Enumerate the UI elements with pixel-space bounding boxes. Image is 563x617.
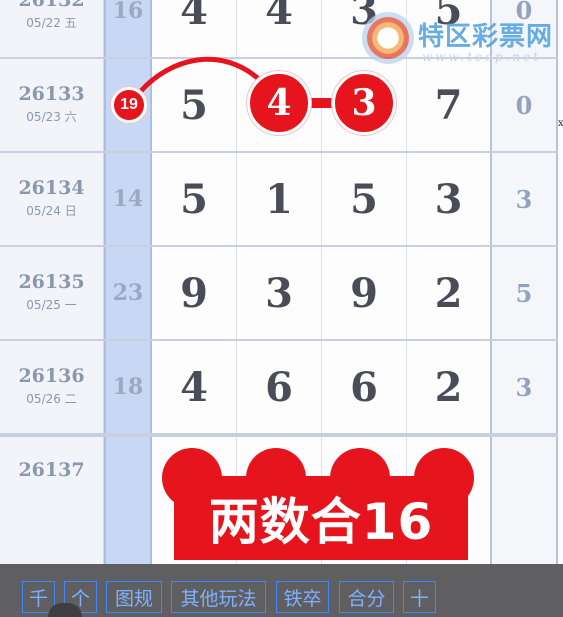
banner-text: 两数合16 [208,493,434,551]
toolbar-button-tiezu[interactable]: 铁卒 [276,581,329,613]
toolbar-button-shi[interactable]: 十 [403,581,436,613]
hundreds-highlight-ball: 4 [247,71,311,135]
pair-link-bar [310,98,332,108]
bottom-toolbar: 千 个 图规 其他玩法 铁卒 合分 十 [0,564,563,617]
toolbar-button-other-plays[interactable]: 其他玩法 [171,581,266,613]
banner-body: 两数合16 [174,476,468,560]
edge-fragment: x [558,118,563,129]
toolbar-button-hefen[interactable]: 合分 [339,581,394,613]
tens-highlight-ball: 3 [332,71,396,135]
hint-banner: 两数合16 [162,448,480,560]
logo-text: 特区彩票网 [418,22,554,52]
lottery-trend-board: 26132 05/22 五 16 4 4 3 5 0 26133 05/23 六… [0,0,563,617]
logo-ring-icon [362,12,414,64]
sum-highlight-ball: 19 [111,87,147,123]
site-logo: 特区彩票网 www.tcep.net [362,8,558,74]
toolbar-button-tugui[interactable]: 图规 [106,581,162,613]
logo-url: www.tcep.net [422,50,541,64]
